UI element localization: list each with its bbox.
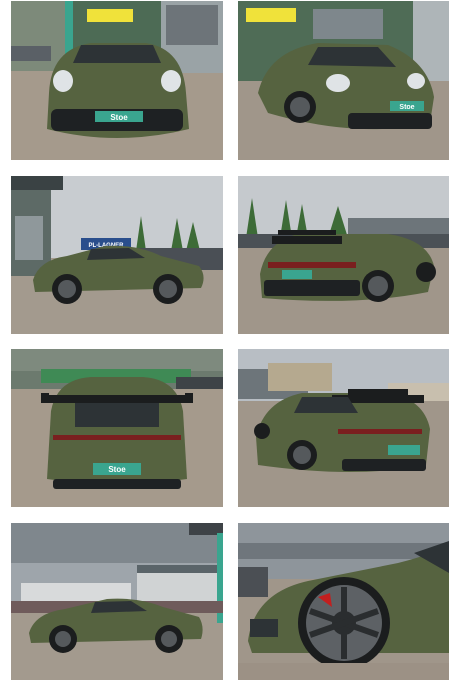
license-plate-text: Stoe [108,465,126,474]
license-plate-text: Stoe [110,113,128,122]
photo-side-profile: PL-LAGNER [11,176,223,334]
photo-thumbnail-3[interactable]: PL-LAGNER [11,176,223,334]
photo-thumbnail-6[interactable] [238,349,449,507]
photo-front-quarter-view: Stoe [238,1,449,160]
photo-front-view: Stoe [11,1,223,160]
photo-gallery: Stoe Stoe Stoe [0,0,451,681]
photo-rear-quarter-right-view [238,349,449,507]
license-plate-text: Stoe [399,104,414,111]
photo-thumbnail-4[interactable] [238,176,449,334]
photo-rear-view: Stoe [11,349,223,507]
photo-thumbnail-5[interactable]: Stoe [11,349,223,507]
photo-wheel-detail [238,523,449,680]
photo-thumbnail-2[interactable]: Stoe [238,1,449,160]
photo-thumbnail-8[interactable] [238,523,449,680]
photo-thumbnail-7[interactable] [11,523,223,680]
photo-thumbnail-1[interactable]: Stoe [11,1,223,160]
photo-side-dealership-view [11,523,223,680]
photo-rear-quarter-view [238,176,449,334]
